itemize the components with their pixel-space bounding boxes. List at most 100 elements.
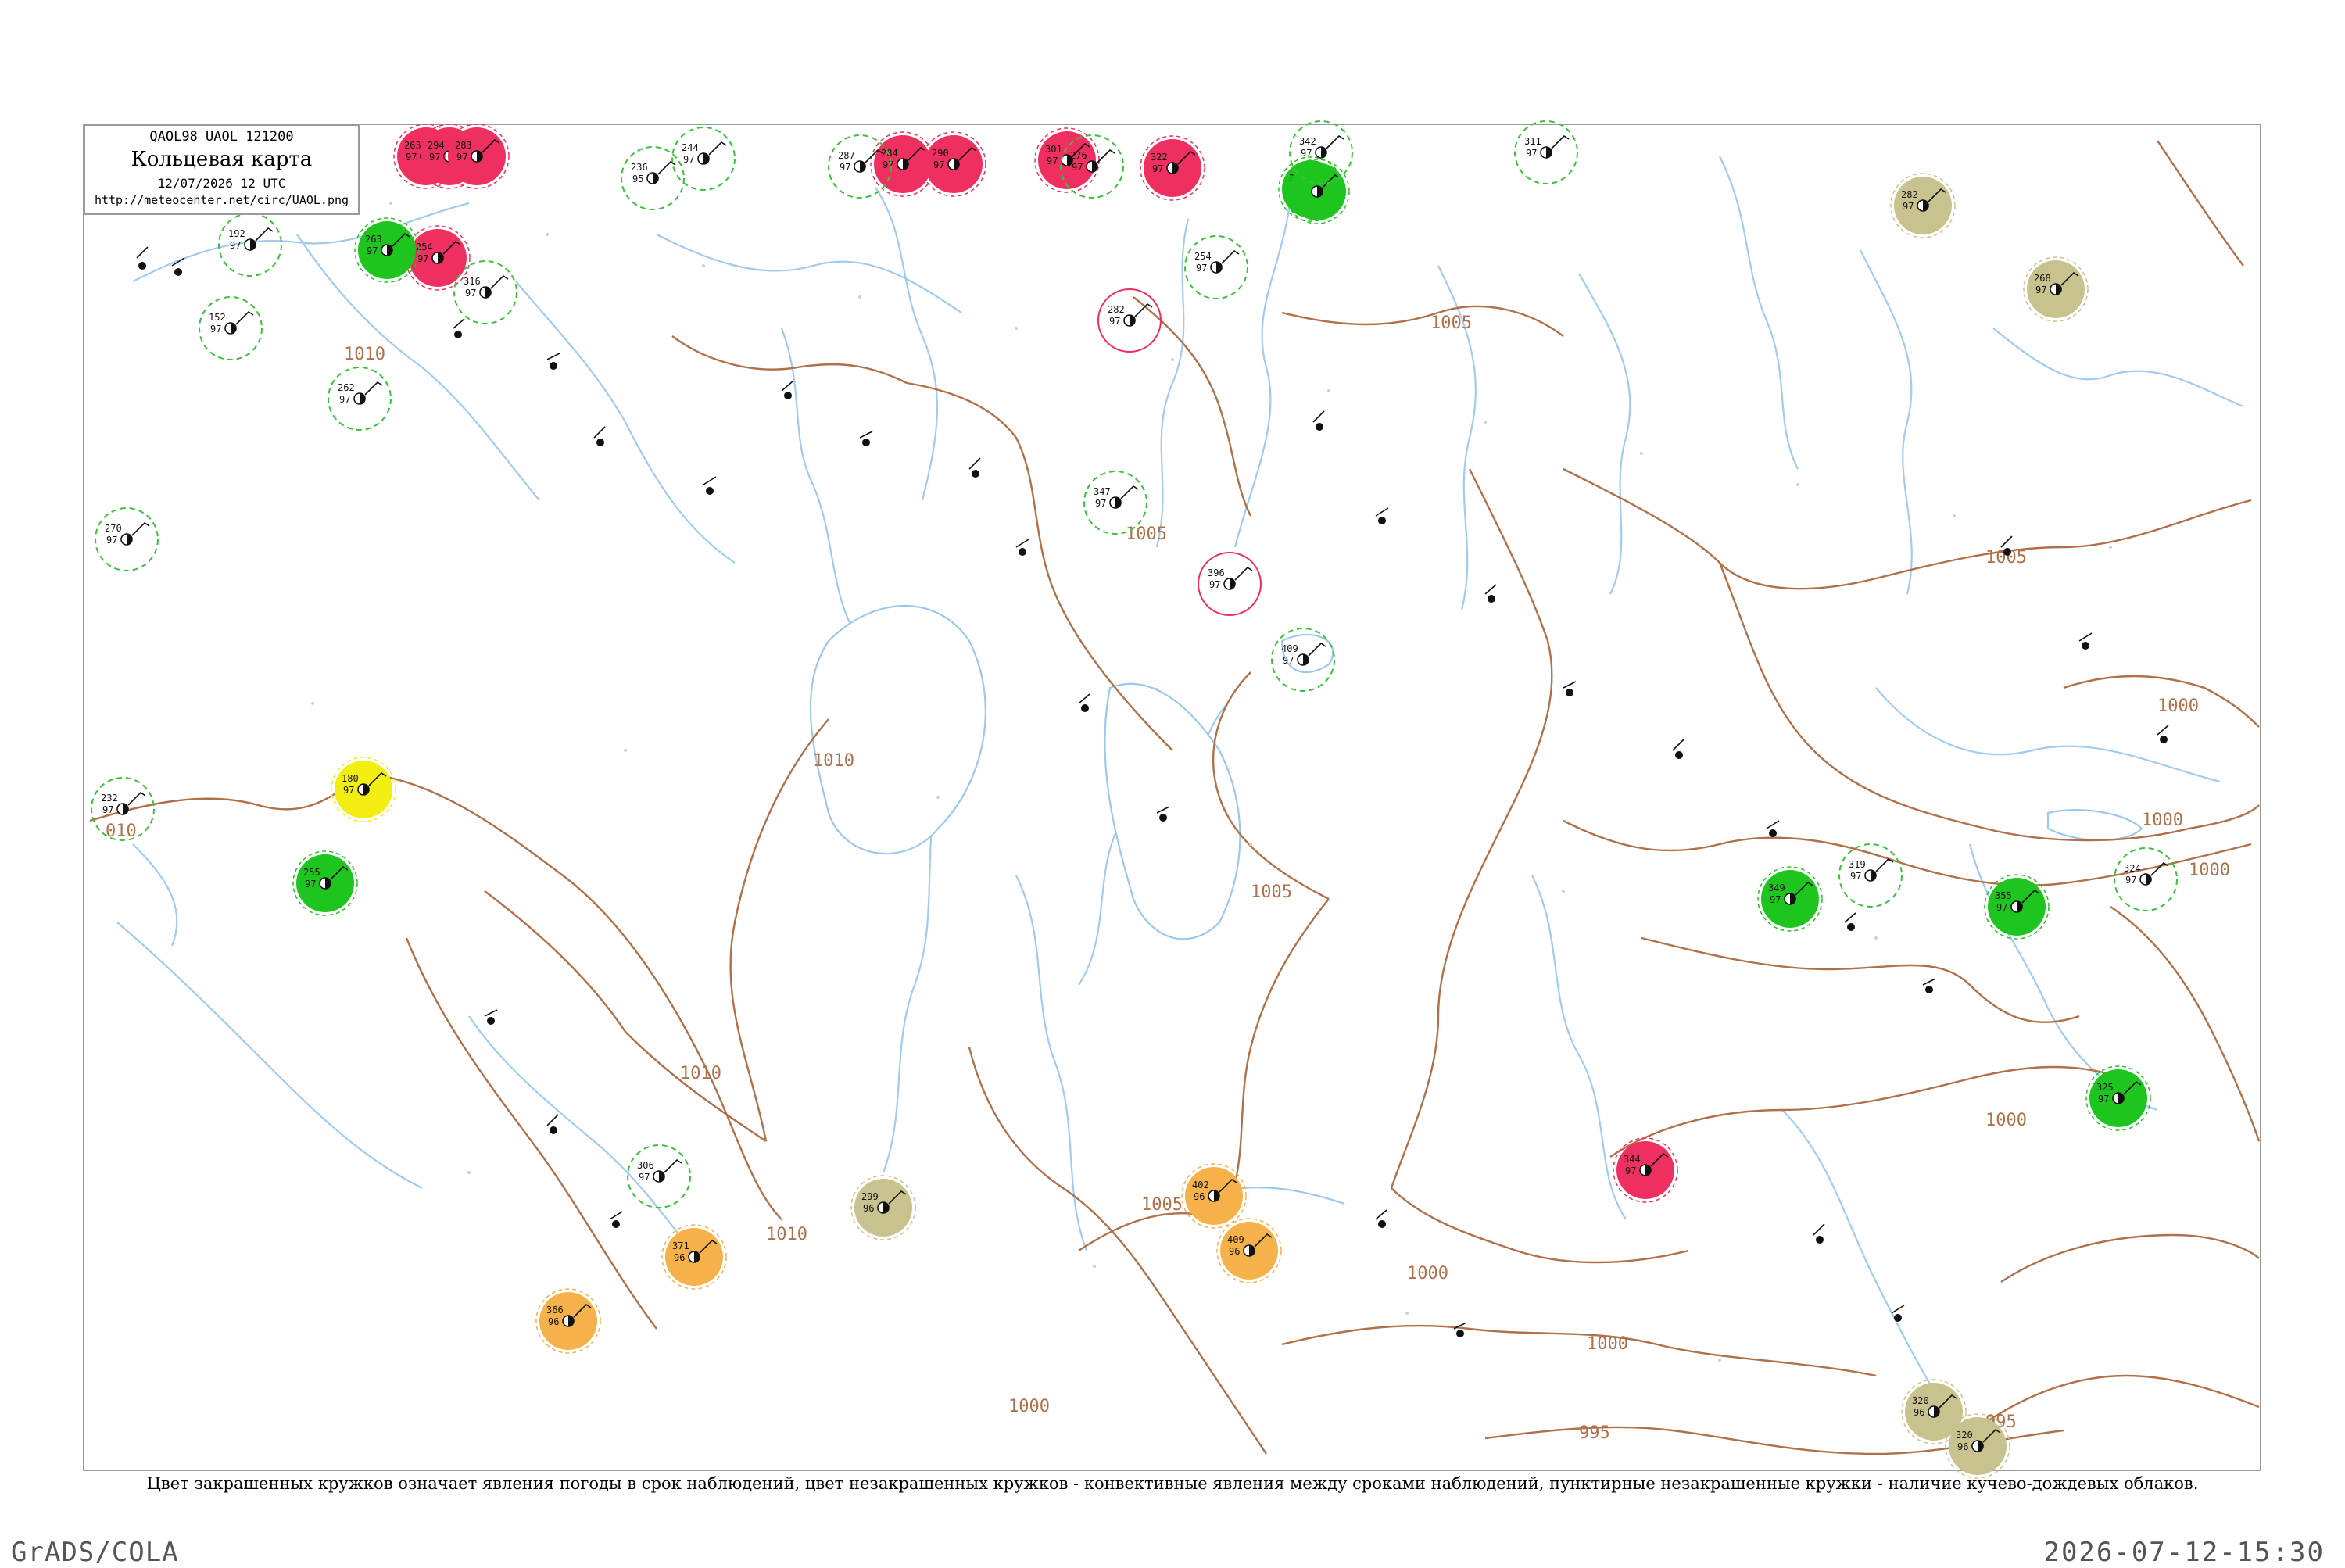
station-cb: 25497 [1184,235,1248,299]
isobar-label: 1000 [1587,1334,1628,1354]
station-pressure: 97 [102,804,113,815]
station-temp: 355 [1995,890,2012,901]
station-dust: 37196 [661,1224,727,1290]
isobar-label: 1005 [1141,1195,1183,1215]
station-pressure: 96 [548,1316,559,1327]
station-pressure: 97 [106,535,117,546]
station-thunderstorm: 34497 [1613,1137,1678,1203]
station-temp: 180 [342,773,359,784]
station-temp: 316 [464,276,481,287]
station-pressure: 97 [339,394,350,405]
station-temp: 396 [1208,567,1225,578]
station-pressure: 97 [465,288,476,299]
station-cb: 30697 [627,1144,691,1208]
station-temp: 284 [881,148,898,159]
station-pressure: 97 [2035,285,2046,295]
station-thunderstorm: 29097 [921,131,986,197]
station-pressure: 97 [1283,655,1294,666]
station-temp: 270 [105,523,122,534]
station-temp: 402 [1192,1180,1209,1190]
station-dust: 40296 [1181,1163,1247,1229]
station-temp: 324 [2124,863,2141,874]
station-cb: 26297 [328,367,392,431]
station-temp: 311 [1524,136,1541,147]
station-pressure: 97 [417,253,428,264]
header-codes: QAOL98 UAOL 121200 [149,129,294,145]
isobar-label: 1005 [1126,524,1167,544]
station-temp: 301 [1045,144,1062,155]
station-temp: 255 [303,867,320,878]
station-pressure: 96 [863,1203,874,1214]
station-temp: 152 [209,312,226,323]
station-temp: 262 [338,382,355,393]
wind-barb [1326,134,1344,149]
station-fog: 28297 [1890,173,1956,238]
station-pressure: 97 [1903,201,1914,212]
station-rain: 34997 [1757,866,1823,932]
station-pressure: 96 [1957,1441,1968,1452]
wind-barb [1234,566,1253,581]
wind-barb [708,141,727,156]
station-temp: 319 [1849,859,1866,870]
station-temp: 244 [682,142,699,153]
station-temp: 263 [365,234,382,245]
station-cb: 24497 [671,127,736,191]
station-temp: 366 [546,1305,564,1316]
station-rain: 32597 [2085,1065,2151,1131]
station-thunderstorm: 30197 [1034,127,1100,193]
isobar-label: 1000 [1985,1111,2027,1130]
station-pressure: 97 [2098,1094,2109,1104]
station-thunderstorm: 32297 [1140,135,1205,201]
station-temp: 287 [838,150,855,161]
footer-timestamp: 2026-07-12-15:30 [2043,1537,2325,1568]
station-temp: 320 [1956,1430,1973,1441]
station-cb: 32497 [2114,847,2178,911]
station-pressure: 96 [1229,1246,1240,1257]
wind-barb [657,160,676,175]
station-pressure: 97 [933,159,944,170]
station-pressure: 97 [2125,875,2136,886]
station-pressure: 97 [210,324,221,335]
wind-barb [131,521,150,536]
station-temp: 320 [1912,1395,1929,1406]
station-temp: 371 [672,1240,689,1251]
station-temp: 409 [1281,643,1298,654]
wind-barb [1551,134,1570,149]
station-pressure: 97 [1850,871,1861,882]
station-temp: 282 [1901,189,1918,200]
station-rain: 25597 [292,850,358,916]
station-pressure: 97 [343,785,354,796]
station-pressure: 96 [1194,1191,1205,1202]
station-pressure: 97 [456,152,467,163]
station-pressure: 97 [1770,894,1781,905]
isobar-label: 1010 [680,1064,721,1083]
isobar-label: 1000 [2142,811,2183,830]
station-pressure: 97 [1047,156,1058,166]
isobar-label: 1000 [2189,861,2230,880]
map-canvas: 010 1010 1010 1010 1010 1005 1005 1005 1… [83,120,2261,1479]
station-temp: 294 [428,140,445,151]
station-temp: 236 [631,162,648,173]
wind-barb [235,310,254,325]
wind-barb [127,791,146,806]
station-fog: 29996 [850,1175,916,1240]
wind-barb [255,227,274,242]
lakes [809,604,2143,1205]
station-cb: 31197 [1514,120,1578,184]
station-fog: 26897 [2023,256,2089,322]
isobar-label: 1010 [766,1225,807,1244]
station-temp: 290 [932,148,949,159]
station-pressure: 97 [1109,316,1120,327]
station-pressure: 97 [683,154,694,165]
station-temp: 409 [1227,1234,1244,1245]
station-ring: 39697 [1198,552,1262,616]
station-temp: 322 [1151,152,1168,163]
station-pressure: 97 [883,159,893,170]
station-ring: 28297 [1097,288,1162,353]
station-pressure: 97 [1095,498,1106,509]
station-pressure: 97 [1196,263,1207,274]
station-temp: 254 [1194,251,1212,262]
station-temp: 306 [637,1160,654,1171]
station-cb: 27097 [95,507,159,571]
station-temp: 283 [455,140,472,151]
